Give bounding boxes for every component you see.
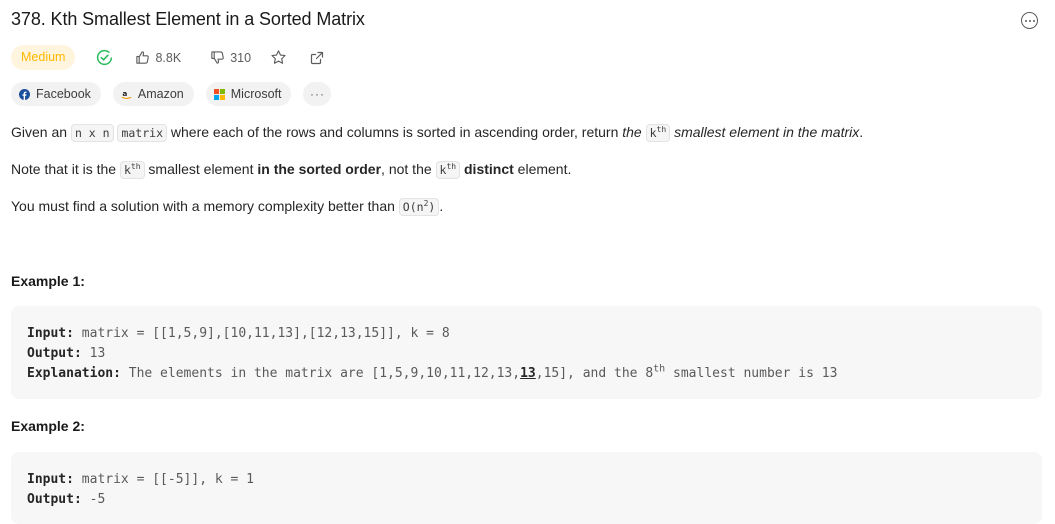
inline-code: kth (435, 161, 461, 179)
tag-label: Facebook (36, 87, 91, 101)
inline-code: kth (645, 124, 671, 142)
more-tags-button[interactable]: ··· (303, 82, 332, 106)
description-paragraph-3: You must find a solution with a memory c… (11, 198, 444, 216)
inline-code: n x n (70, 124, 114, 142)
microsoft-logo-icon (213, 88, 225, 100)
dislike-button[interactable]: 310 (205, 50, 251, 65)
description-paragraph-2: Note that it is the kth smallest element… (11, 161, 572, 179)
description-paragraph-1: Given an n x n matrix where each of the … (11, 124, 864, 142)
example-1-block: Input: matrix = [[1,5,9],[10,11,13],[12,… (11, 306, 1042, 399)
company-tags: Facebook a Amazon Microsoft ··· (11, 82, 343, 106)
inline-code: kth (119, 161, 145, 179)
favorite-star-icon[interactable] (270, 49, 287, 66)
difficulty-badge[interactable]: Medium (11, 45, 76, 70)
example-1-title: Example 1: (11, 273, 85, 289)
more-options-icon[interactable] (1021, 12, 1038, 29)
facebook-logo-icon (19, 88, 30, 100)
tag-microsoft[interactable]: Microsoft (205, 82, 292, 106)
tag-label: Microsoft (230, 87, 282, 101)
like-button[interactable]: 8.8K (130, 50, 181, 65)
share-icon[interactable] (309, 50, 325, 66)
example-2-title: Example 2: (11, 418, 85, 434)
tag-facebook[interactable]: Facebook (11, 82, 101, 106)
inline-code: matrix (117, 124, 167, 142)
tag-label: Amazon (137, 87, 184, 101)
svg-text:a: a (122, 89, 127, 98)
amazon-logo-icon: a (121, 89, 132, 100)
like-count: 8.8K (155, 50, 182, 65)
example-2-block: Input: matrix = [[-5]], k = 1 Output: -5 (11, 452, 1042, 524)
problem-title: 378. Kth Smallest Element in a Sorted Ma… (11, 9, 365, 29)
problem-meta-row: Medium 8.8K 310 (11, 45, 325, 70)
solved-check-icon (95, 49, 113, 67)
thumbs-up-icon (135, 50, 150, 65)
inline-code: O(n2) (398, 198, 440, 216)
tag-amazon[interactable]: a Amazon (112, 82, 194, 106)
dislike-count: 310 (230, 50, 252, 65)
thumbs-down-icon (210, 50, 225, 65)
